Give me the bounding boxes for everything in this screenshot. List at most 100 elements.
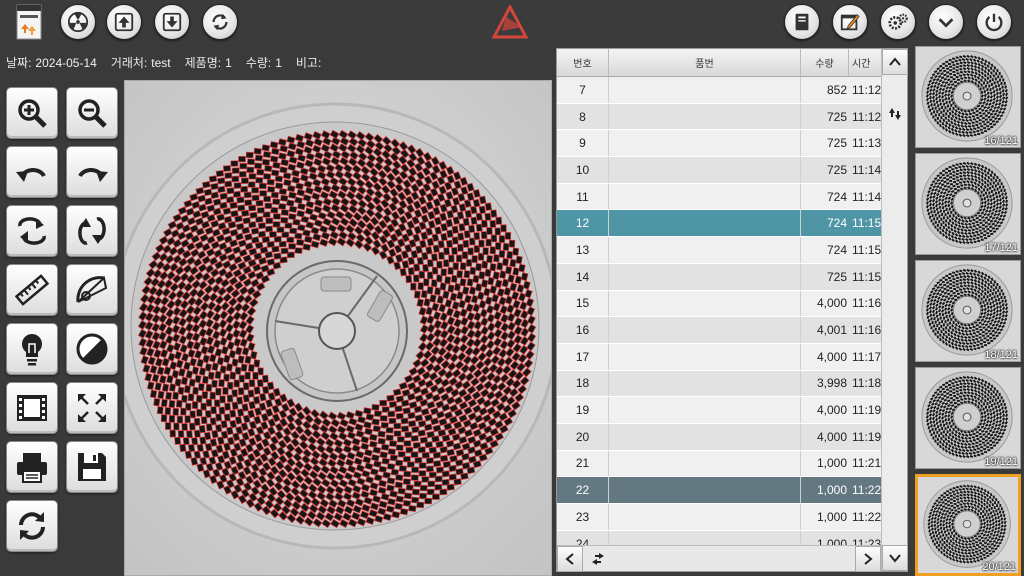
col-header-qty[interactable]: 수량 [801, 49, 849, 76]
cell-time: 11:15 [852, 269, 881, 284]
cell-qty: 4,000 [816, 429, 847, 444]
horizontal-scrollbar[interactable] [557, 545, 881, 572]
xray-image-viewer[interactable] [124, 80, 552, 576]
scroll-down-button[interactable] [882, 545, 908, 571]
table-row[interactable]: 18 3,998 11:18 [557, 370, 881, 398]
protractor-icon [76, 276, 108, 303]
scroll-left-button[interactable] [557, 546, 583, 572]
thumbnail-label: 19/121 [984, 456, 1018, 468]
flip-vertical-button[interactable] [66, 205, 118, 257]
table-row[interactable]: 13 724 11:15 [557, 237, 881, 264]
cell-time: 11:19 [852, 403, 881, 418]
power-icon[interactable] [976, 4, 1012, 40]
thumbnail-item[interactable]: 20/121 [915, 474, 1021, 576]
download-icon[interactable] [154, 4, 190, 40]
light-button[interactable] [6, 323, 58, 375]
sort-toggle-button[interactable] [882, 101, 908, 127]
ruler-button[interactable] [6, 264, 58, 316]
cell-part [609, 477, 801, 503]
print-button[interactable] [6, 441, 58, 493]
fullscreen-button[interactable] [66, 382, 118, 434]
thumbnail-item[interactable]: 16/121 [915, 46, 1021, 148]
brand-logo-icon [491, 3, 529, 39]
edit-window-icon[interactable] [832, 4, 868, 40]
app-logo-icon[interactable] [16, 4, 42, 40]
date-field: 날짜: 2024-05-14 [6, 54, 97, 71]
cell-time: 11:21 [852, 456, 881, 471]
thumbnail-strip: 16/121 17/121 18/121 19/121 20/121 [912, 44, 1024, 576]
chevron-down-icon[interactable] [928, 4, 964, 40]
qty-label: 수량: [245, 55, 272, 70]
table-row[interactable]: 14 725 11:15 [557, 263, 881, 291]
table-row[interactable]: 22 1,000 11:22 [557, 477, 881, 504]
info-bar: 날짜: 2024-05-14 거래처: test 제품명: 1 수량: 1 비고: [0, 44, 552, 80]
cell-no: 16 [557, 317, 609, 343]
chevron-left-icon [565, 553, 574, 565]
reel-xray-image [125, 81, 551, 575]
zoom-in-button[interactable] [6, 87, 58, 139]
rotate-right-button[interactable] [66, 146, 118, 198]
table-row[interactable]: 21 1,000 11:21 [557, 450, 881, 478]
cell-no: 17 [557, 343, 609, 370]
scroll-right-button[interactable] [855, 546, 881, 572]
protractor-button[interactable] [66, 264, 118, 316]
tool-palette [0, 80, 124, 576]
settings-gears-icon[interactable] [880, 4, 916, 40]
product-value: 1 [225, 55, 232, 70]
thumbnail-item[interactable]: 19/121 [915, 367, 1021, 469]
cell-part [609, 210, 801, 237]
zoom-out-icon [78, 99, 107, 128]
cell-qty: 1,000 [816, 456, 847, 471]
table-row[interactable]: 20 4,000 11:19 [557, 423, 881, 451]
filmstrip-button[interactable] [6, 382, 58, 434]
save-icon [78, 453, 106, 481]
col-header-no[interactable]: 번호 [557, 49, 609, 76]
book-icon[interactable] [784, 4, 820, 40]
table-row[interactable]: 8 725 11:12 [557, 103, 881, 131]
reload-button[interactable] [6, 500, 58, 552]
cell-time: 11:16 [852, 323, 881, 338]
rotate-right-icon [78, 168, 108, 182]
table-body: 7 852 11:12 8 725 11:12 9 725 11:13 10 725 11:14 11 7… [557, 77, 881, 545]
thumbnail-item[interactable]: 18/121 [915, 260, 1021, 362]
cell-no: 22 [557, 477, 609, 503]
col-header-part[interactable]: 품번 [609, 49, 801, 76]
thumbnail-item[interactable]: 17/121 [915, 153, 1021, 255]
zoom-out-button[interactable] [66, 87, 118, 139]
thumbnail-image [916, 154, 1020, 254]
cell-no: 11 [557, 183, 609, 210]
radiation-icon[interactable] [60, 4, 96, 40]
table-row[interactable]: 11 724 11:14 [557, 183, 881, 211]
save-button[interactable] [66, 441, 118, 493]
cell-time: 11:23 [852, 536, 881, 545]
table-row[interactable]: 15 4,000 11:16 [557, 290, 881, 318]
table-row[interactable]: 17 4,000 11:17 [557, 343, 881, 371]
table-row[interactable]: 24 1,000 11:23 [557, 530, 881, 545]
flip-horizontal-button[interactable] [6, 205, 58, 257]
cell-no: 12 [557, 210, 609, 237]
contrast-button[interactable] [66, 323, 118, 375]
upload-icon[interactable] [106, 4, 142, 40]
cell-time: 11:14 [852, 162, 881, 177]
table-row[interactable]: 10 725 11:14 [557, 157, 881, 184]
cell-part [609, 397, 801, 423]
column-swap-button[interactable] [585, 546, 611, 572]
scroll-up-button[interactable] [882, 49, 908, 75]
cell-part [609, 183, 801, 210]
results-table: 번호 품번 수량 시간 7 852 11:12 8 725 11:12 9 725 11:13 1… [556, 48, 908, 572]
app-window: 날짜: 2024-05-14 거래처: test 제품명: 1 수량: 1 비고: [0, 0, 1024, 576]
rotate-left-button[interactable] [6, 146, 58, 198]
table-row[interactable]: 7 852 11:12 [557, 77, 881, 104]
col-header-time[interactable]: 시간 [849, 49, 881, 76]
table-row[interactable]: 12 724 11:15 [557, 210, 881, 238]
table-row[interactable]: 23 1,000 11:22 [557, 504, 881, 531]
vertical-scrollbar[interactable] [881, 49, 908, 571]
table-row[interactable]: 16 4,001 11:16 [557, 317, 881, 344]
refresh-cycle-icon[interactable] [202, 4, 238, 40]
vendor-value: test [151, 55, 171, 70]
table-row[interactable]: 19 4,000 11:19 [557, 397, 881, 424]
cell-part [609, 370, 801, 397]
table-row[interactable]: 9 725 11:13 [557, 130, 881, 158]
contrast-icon [76, 333, 108, 365]
cell-part [609, 237, 801, 263]
